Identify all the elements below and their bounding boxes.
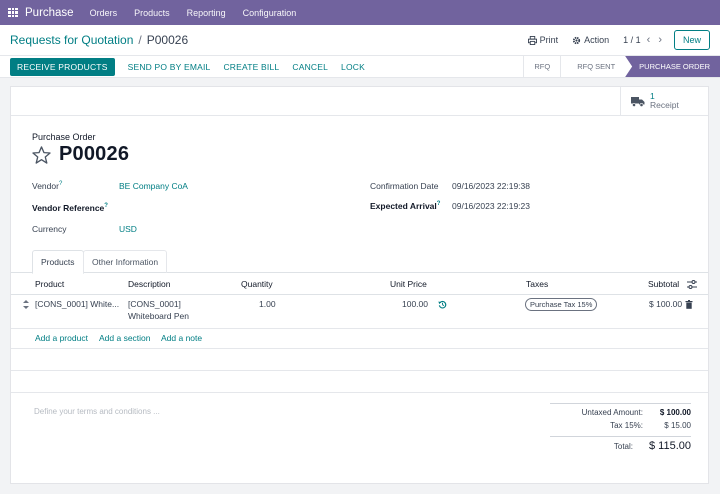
vendor-field[interactable]: BE Company CoA <box>119 181 188 191</box>
total-label: Total: <box>613 442 633 451</box>
add-product-link[interactable]: Add a product <box>35 333 88 343</box>
column-subtotal[interactable]: Subtotal <box>648 279 679 289</box>
currency-field[interactable]: USD <box>119 224 137 234</box>
column-unit-price[interactable]: Unit Price <box>390 279 427 289</box>
order-lines-header: Product Description Quantity Unit Price … <box>11 273 708 295</box>
button-box: 1 Receipt <box>11 87 708 116</box>
column-description[interactable]: Description <box>128 279 171 289</box>
line-product[interactable]: [CONS_0001] White... <box>35 298 119 310</box>
form-title-label: Purchase Order <box>32 132 96 142</box>
print-button[interactable]: Print <box>527 35 559 45</box>
pager-next-icon[interactable]: › <box>658 34 662 46</box>
menu-reporting[interactable]: Reporting <box>187 8 226 18</box>
action-bar: RECEIVE PRODUCTS SEND PO BY EMAIL CREATE… <box>0 55 720 78</box>
table-row[interactable]: [CONS_0001] White... [CONS_0001] Whitebo… <box>11 295 708 329</box>
menu-configuration[interactable]: Configuration <box>243 8 297 18</box>
confirmation-date-label: Confirmation Date <box>370 181 439 191</box>
stage-purchase-order[interactable]: PURCHASE ORDER <box>625 56 720 77</box>
tax-value: $ 15.00 <box>664 421 691 430</box>
pager-previous-icon[interactable]: ‹ <box>647 34 651 46</box>
vendor-reference-help-icon[interactable]: ? <box>104 203 108 209</box>
untaxed-amount-row: Untaxed Amount: $ 100.00 <box>550 408 691 421</box>
expected-arrival-label: Expected Arrival? <box>370 201 441 211</box>
drag-handle-icon[interactable] <box>23 300 29 309</box>
vendor-reference-input[interactable] <box>119 201 339 215</box>
tax-tag[interactable]: Purchase Tax 15% <box>525 298 598 311</box>
totals-panel: Untaxed Amount: $ 100.00 Tax 15%: $ 15.0… <box>550 403 691 454</box>
breadcrumb-separator: / <box>138 33 142 47</box>
tab-products[interactable]: Products <box>32 250 84 274</box>
lock-button[interactable]: LOCK <box>341 62 365 72</box>
confirmation-date-field[interactable]: 09/16/2023 22:19:38 <box>452 181 530 191</box>
menu-products[interactable]: Products <box>134 8 170 18</box>
breadcrumb-current: P00026 <box>146 33 189 47</box>
stage-rfq[interactable]: RFQ <box>523 56 560 77</box>
top-navbar: Purchase Orders Products Reporting Confi… <box>0 0 720 25</box>
untaxed-amount-value: $ 100.00 <box>659 408 691 417</box>
form-title: P00026 <box>32 143 129 166</box>
star-icon[interactable] <box>32 145 51 164</box>
pager-value[interactable]: 1 / 1 <box>623 35 641 45</box>
cancel-button[interactable]: CANCEL <box>292 62 328 72</box>
app-brand[interactable]: Purchase <box>25 7 74 19</box>
untaxed-amount-label: Untaxed Amount: <box>581 408 643 417</box>
line-quantity[interactable]: 1.00 <box>259 298 276 310</box>
add-note-link[interactable]: Add a note <box>161 333 202 343</box>
print-label: Print <box>539 35 559 45</box>
column-product[interactable]: Product <box>35 279 64 289</box>
expected-arrival-help-icon[interactable]: ? <box>437 201 441 207</box>
stage-rfq-sent[interactable]: RFQ SENT <box>560 56 625 77</box>
line-description-code[interactable]: [CONS_0001] <box>128 298 181 310</box>
expected-arrival-field[interactable]: 09/16/2023 22:19:23 <box>452 201 530 211</box>
tax-label: Tax 15%: <box>610 421 643 430</box>
column-settings-icon[interactable] <box>687 280 697 289</box>
line-unit-price[interactable]: 100.00 <box>402 298 428 310</box>
action-button[interactable]: Action <box>572 35 609 45</box>
send-po-email-button[interactable]: SEND PO BY EMAIL <box>128 62 211 72</box>
form-sheet: 1 Receipt Purchase Order P00026 Vendor? … <box>10 86 709 484</box>
po-number: P00026 <box>59 143 130 165</box>
receipt-smart-button[interactable]: 1 Receipt <box>620 87 708 115</box>
total-value: $ 115.00 <box>648 440 691 452</box>
status-bar: RFQ RFQ SENT PURCHASE ORDER <box>523 56 720 77</box>
gear-icon <box>573 36 581 44</box>
receipt-label: Receipt <box>650 100 679 110</box>
terms-conditions-input[interactable]: Define your terms and conditions ... <box>34 407 160 416</box>
empty-table-row <box>11 349 708 371</box>
trash-icon[interactable] <box>685 300 693 309</box>
add-lines-row: Add a product Add a section Add a note <box>11 329 708 349</box>
total-row: Total: $ 115.00 <box>550 436 691 454</box>
add-section-link[interactable]: Add a section <box>99 333 151 343</box>
truck-icon <box>631 96 645 107</box>
vendor-reference-label: Vendor Reference? <box>32 203 108 213</box>
create-bill-button[interactable]: CREATE BILL <box>223 62 279 72</box>
history-icon[interactable] <box>438 300 447 309</box>
vendor-label: Vendor? <box>32 181 63 191</box>
menu-orders[interactable]: Orders <box>90 8 118 18</box>
vendor-help-icon[interactable]: ? <box>59 181 62 187</box>
notebook-tabs: Products Other Information <box>11 250 708 274</box>
apps-menu-icon[interactable] <box>8 7 18 18</box>
new-button[interactable]: New <box>673 30 710 50</box>
currency-label: Currency <box>32 224 67 234</box>
action-label: Action <box>584 35 610 45</box>
line-subtotal: $ 100.00 <box>649 299 683 309</box>
tax-row: Tax 15%: $ 15.00 <box>550 421 691 434</box>
print-icon <box>527 35 537 45</box>
line-description-name[interactable]: Whiteboard Pen <box>128 310 189 322</box>
breadcrumb: Requests for Quotation / P00026 <box>10 33 188 47</box>
column-taxes[interactable]: Taxes <box>526 279 548 289</box>
control-panel: Requests for Quotation / P00026 Print Ac… <box>0 25 720 55</box>
empty-table-row <box>11 371 708 393</box>
tab-other-information[interactable]: Other Information <box>83 250 168 273</box>
column-quantity[interactable]: Quantity <box>241 279 273 289</box>
breadcrumb-parent-link[interactable]: Requests for Quotation <box>10 33 133 47</box>
receive-products-button[interactable]: RECEIVE PRODUCTS <box>10 57 115 76</box>
